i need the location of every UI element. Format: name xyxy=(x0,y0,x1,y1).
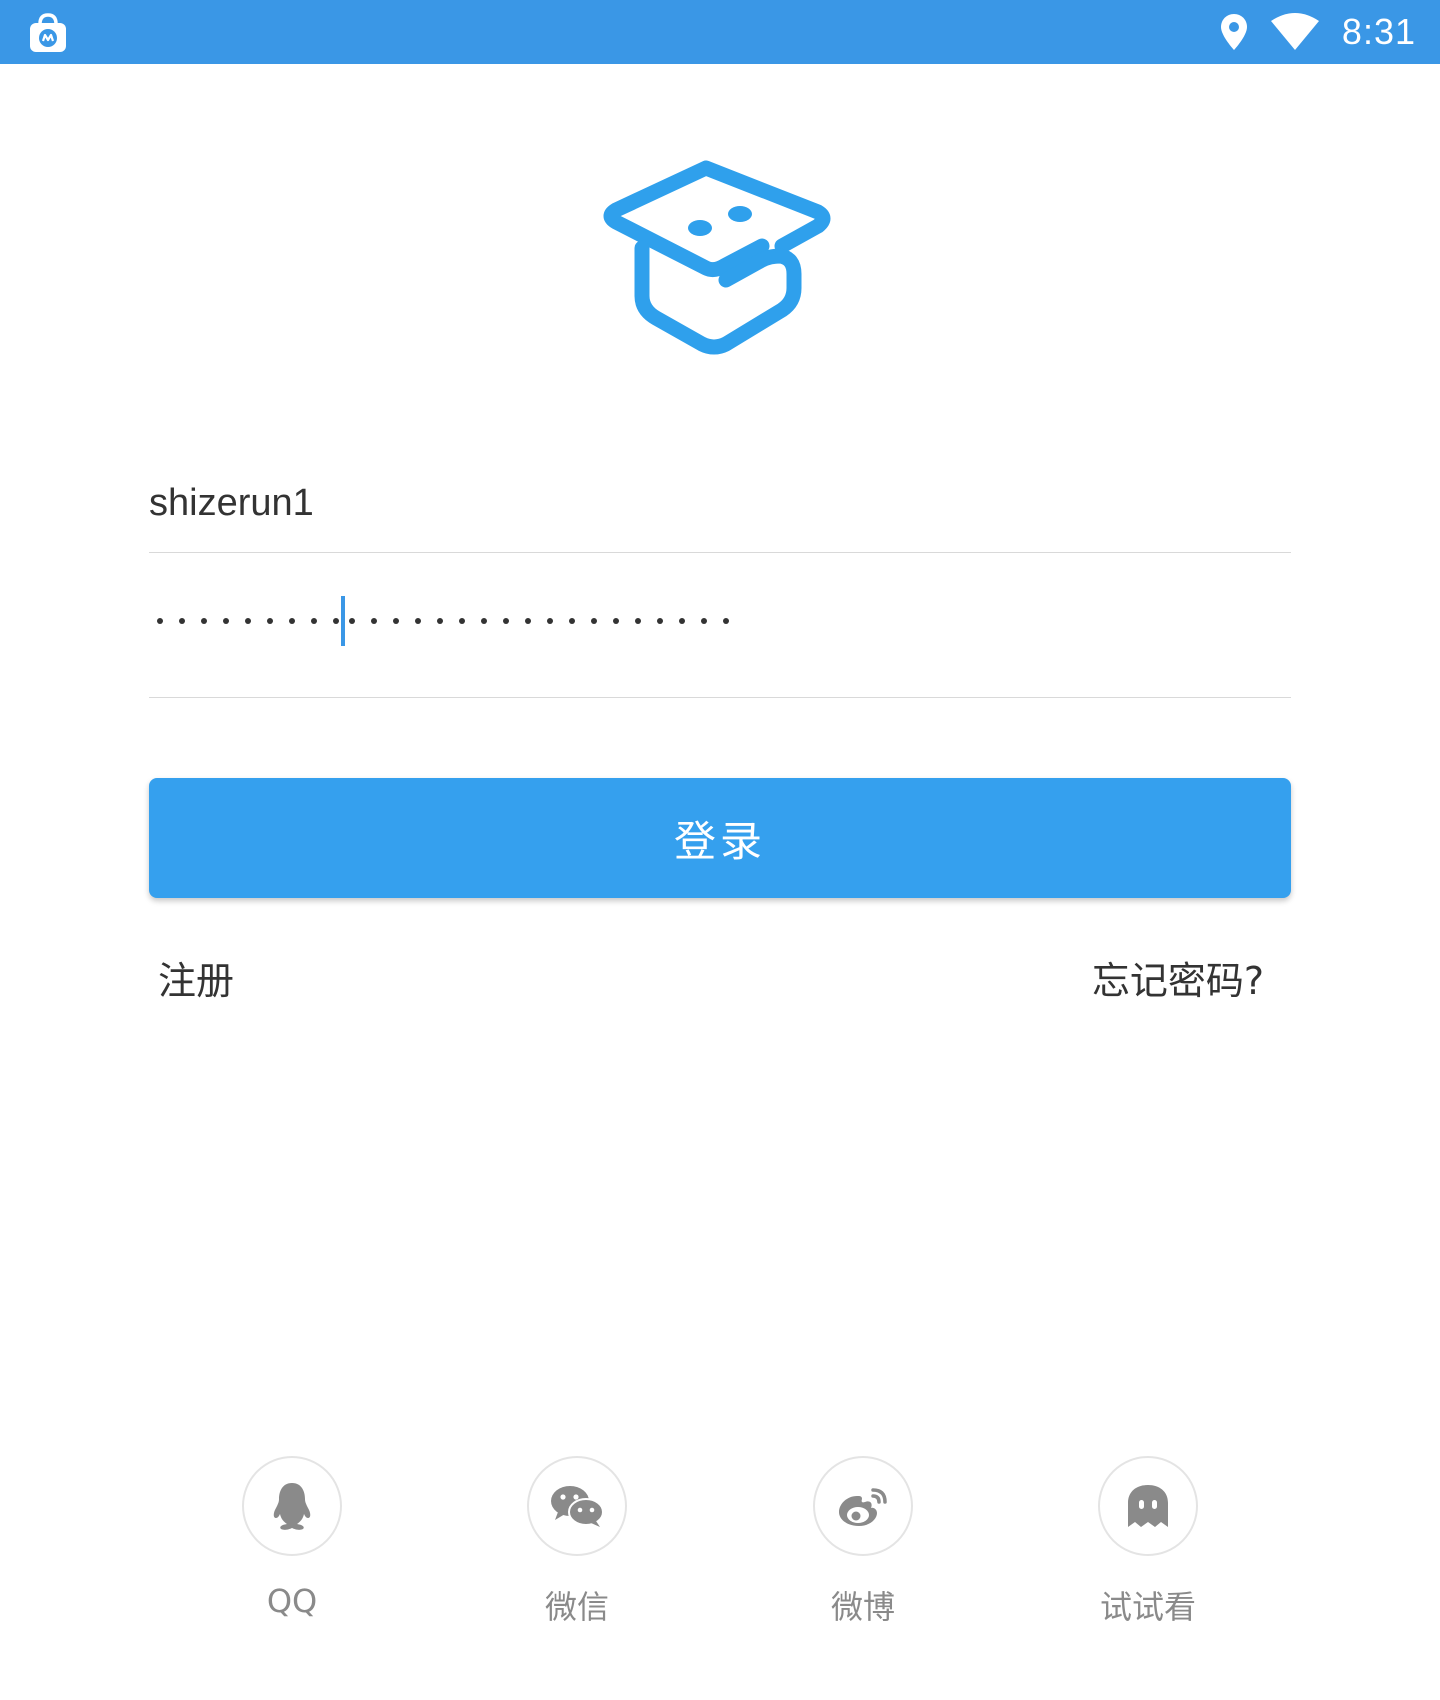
password-mask-dot xyxy=(289,618,295,624)
social-login-weibo[interactable]: 微博 xyxy=(793,1456,933,1628)
status-right-cluster: 8:31 xyxy=(1220,0,1416,64)
social-wechat-label: 微信 xyxy=(544,1588,609,1626)
ghost-guest-icon xyxy=(1128,1485,1168,1527)
password-mask-dot xyxy=(723,618,729,624)
password-mask-dot xyxy=(437,618,443,624)
password-field[interactable] xyxy=(149,580,1291,698)
password-mask-dot xyxy=(459,618,465,624)
social-login-guest[interactable]: 试试看 xyxy=(1078,1456,1218,1628)
social-qq-label: QQ xyxy=(266,1582,318,1620)
wifi-icon xyxy=(1270,13,1319,50)
login-screen: 8:31 shizerun1 登录 注册 忘记密码? QQ 微信 微博 试试看 xyxy=(0,0,1440,1700)
password-mask-dot xyxy=(179,618,185,624)
password-mask-dot xyxy=(201,618,207,624)
status-time: 8:31 xyxy=(1341,11,1416,52)
password-mask-dot xyxy=(503,618,509,624)
username-value: shizerun1 xyxy=(149,482,314,524)
password-mask-dot xyxy=(223,618,229,624)
text-caret xyxy=(341,596,345,646)
password-mask-dot xyxy=(679,618,685,624)
password-mask-dot xyxy=(157,618,163,624)
password-mask-dot xyxy=(525,618,531,624)
password-mask-dot xyxy=(333,618,339,624)
social-wechat-circle[interactable] xyxy=(527,1456,627,1556)
store-bag-icon xyxy=(30,13,66,52)
password-mask-dot xyxy=(701,618,707,624)
username-field[interactable]: shizerun1 xyxy=(149,470,1291,553)
social-guest-label: 试试看 xyxy=(1099,1588,1196,1626)
password-mask-dot xyxy=(547,618,553,624)
qq-penguin-icon xyxy=(273,1483,311,1530)
social-login-wechat[interactable]: 微信 xyxy=(507,1456,647,1628)
status-bar: 8:31 xyxy=(0,0,1440,64)
password-mask-dot xyxy=(591,618,597,624)
password-mask-dot xyxy=(415,618,421,624)
password-mask-dot xyxy=(371,618,377,624)
password-mask-dot xyxy=(657,618,663,624)
password-mask-dot xyxy=(245,618,251,624)
weibo-icon xyxy=(839,1488,887,1526)
social-weibo-label: 微博 xyxy=(830,1588,895,1626)
register-link[interactable]: 注册 xyxy=(158,950,234,1005)
login-button-label: 登录 xyxy=(673,816,766,866)
password-mask-dot xyxy=(267,618,273,624)
password-mask-dot xyxy=(613,618,619,624)
graduation-cap-logo-icon xyxy=(603,160,831,355)
password-mask-dot xyxy=(569,618,575,624)
social-guest-circle[interactable] xyxy=(1098,1456,1198,1556)
social-login-qq[interactable]: QQ xyxy=(222,1456,362,1620)
password-mask-dot xyxy=(349,618,355,624)
social-qq-circle[interactable] xyxy=(242,1456,342,1556)
login-button[interactable]: 登录 xyxy=(149,778,1291,898)
forgot-password-link[interactable]: 忘记密码? xyxy=(1092,950,1264,1005)
location-pin-icon xyxy=(1220,14,1247,50)
password-mask xyxy=(157,596,745,646)
social-weibo-circle[interactable] xyxy=(813,1456,913,1556)
wechat-icon xyxy=(551,1486,604,1527)
password-mask-dot xyxy=(393,618,399,624)
password-mask-dot xyxy=(311,618,317,624)
password-mask-dot xyxy=(635,618,641,624)
password-mask-dot xyxy=(481,618,487,624)
